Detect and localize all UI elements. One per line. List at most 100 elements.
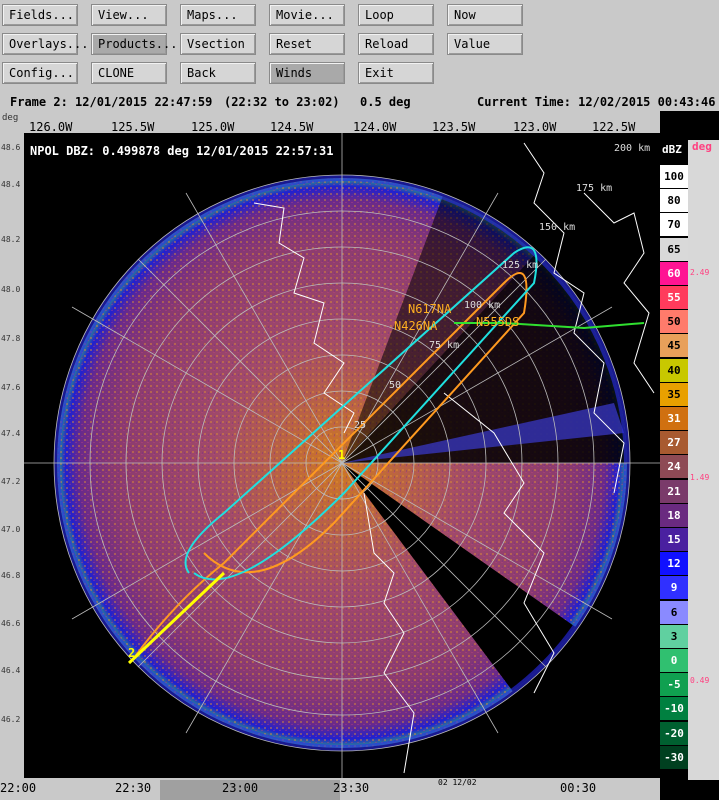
loop-button[interactable]: Loop	[358, 4, 434, 26]
color-scale-entry: 9	[660, 576, 688, 600]
lat-label: 46.4	[1, 666, 21, 675]
lon-label: 123.0W	[513, 120, 557, 134]
ring-label: 200 km	[614, 143, 650, 154]
time-label: 00:30	[560, 781, 597, 795]
products-button[interactable]: Products...	[91, 33, 177, 55]
color-scale-entry: -30	[660, 745, 688, 769]
fields-button[interactable]: Fields...	[2, 4, 78, 26]
elevation-angle: 0.5 deg	[360, 95, 411, 109]
color-scale-entry: 65	[660, 237, 688, 261]
marker-label: 2	[128, 646, 135, 660]
exit-button[interactable]: Exit	[358, 62, 434, 84]
back-button[interactable]: Back	[180, 62, 256, 84]
config-button[interactable]: Config...	[2, 62, 78, 84]
view-button[interactable]: View...	[91, 4, 167, 26]
ring-label: 50	[389, 380, 401, 391]
date-marker: 02 12/02	[438, 778, 477, 787]
radar-ppi-display[interactable]: 25 50 75 km 100 km 125 km 150 km 175 km …	[24, 133, 660, 778]
lat-label: 48.4	[1, 180, 21, 189]
clone-button[interactable]: CLONE	[91, 62, 167, 84]
color-scale-entry: 60	[660, 261, 688, 285]
lon-label: 126.0W	[29, 120, 73, 134]
value-button[interactable]: Value	[447, 33, 523, 55]
frame-time: Frame 2: 12/01/2015 22:47:59	[10, 95, 213, 109]
aircraft-label: N555DS	[476, 315, 519, 329]
color-scale-entry: 27	[660, 431, 688, 455]
lat-label: 48.0	[1, 285, 21, 294]
reload-button[interactable]: Reload	[358, 33, 434, 55]
time-axis[interactable]: 22:00 22:30 23:00 23:30 00:30 02 12/02	[0, 778, 660, 800]
time-label: 23:30	[333, 781, 370, 795]
lat-label: 46.6	[1, 619, 21, 628]
color-scale-entry: 21	[660, 479, 688, 503]
color-scale-entry: 100	[660, 165, 688, 188]
color-scale-entry: 50	[660, 310, 688, 334]
color-scale-entry: 55	[660, 286, 688, 309]
color-scale-entry: 24	[660, 455, 688, 479]
color-scale-entry: -5	[660, 673, 688, 697]
color-scale-entry: 18	[660, 503, 688, 527]
time-label: 22:30	[115, 781, 152, 795]
lat-label: 47.2	[1, 477, 21, 486]
frame-range: (22:32 to 23:02)	[224, 95, 340, 109]
time-label: 23:00	[222, 781, 259, 795]
ring-label: 175 km	[576, 183, 612, 194]
color-scale-entry: 0	[660, 649, 688, 672]
ring-label: 75 km	[429, 340, 459, 351]
ring-label: 150 km	[539, 222, 575, 233]
lon-label: 125.0W	[191, 120, 235, 134]
deg-scale-value: 2.49	[690, 268, 710, 277]
lon-label: 124.0W	[353, 120, 397, 134]
lat-label: 46.8	[1, 571, 21, 580]
deg-scale-value: 0.49	[690, 676, 710, 685]
lat-label: 48.2	[1, 235, 21, 244]
toolbar: Fields... View... Maps... Movie... Loop …	[0, 0, 719, 93]
lon-label: 125.5W	[111, 120, 155, 134]
vsection-button[interactable]: Vsection	[180, 33, 256, 55]
reset-button[interactable]: Reset	[269, 33, 345, 55]
deg-scale: deg 2.49 1.49 0.49	[688, 140, 719, 780]
current-time: Current Time: 12/02/2015 00:43:46	[477, 95, 716, 109]
color-scale-entry: 15	[660, 528, 688, 551]
ring-label: 25	[354, 420, 366, 431]
color-scale-entry: 40	[660, 358, 688, 382]
color-scale-entry: 70	[660, 213, 688, 237]
marker-label: 1	[338, 448, 345, 462]
status-bar: Frame 2: 12/01/2015 22:47:59 (22:32 to 2…	[0, 93, 719, 111]
ring-label: 125 km	[502, 260, 538, 271]
color-scale-entry: 45	[660, 334, 688, 358]
color-scale-entry: 3	[660, 624, 688, 648]
color-scale-entry: 80	[660, 189, 688, 213]
lat-label: 48.6	[1, 143, 21, 152]
time-label: 01:00	[668, 781, 705, 795]
lat-label: 47.0	[1, 525, 21, 534]
color-scale-entry: -10	[660, 697, 688, 721]
deg-scale-title: deg	[692, 140, 712, 153]
color-scale-entry: 35	[660, 382, 688, 406]
maps-button[interactable]: Maps...	[180, 4, 256, 26]
lon-label: 124.5W	[270, 120, 314, 134]
lat-label: 47.6	[1, 383, 21, 392]
deg-corner-label: deg	[2, 113, 19, 123]
color-scale-entry: 31	[660, 407, 688, 430]
ring-label: 100 km	[464, 300, 500, 311]
movie-button[interactable]: Movie...	[269, 4, 345, 26]
lat-label: 46.2	[1, 715, 21, 724]
lat-label: 47.4	[1, 429, 21, 438]
latitude-axis: 48.6 48.4 48.2 48.0 47.8 47.6 47.4 47.2 …	[0, 133, 24, 778]
deg-scale-value: 1.49	[690, 473, 710, 482]
color-scale-entry: 6	[660, 600, 688, 624]
aircraft-label: N426NA	[394, 319, 438, 333]
color-scale-entry: -20	[660, 721, 688, 745]
winds-button[interactable]: Winds	[269, 62, 345, 84]
aircraft-label: N617NA	[408, 302, 452, 316]
lon-label: 122.5W	[592, 120, 636, 134]
time-label: 22:00	[0, 781, 37, 795]
overlays-button[interactable]: Overlays...	[2, 33, 88, 55]
plot-title: NPOL DBZ: 0.499878 deg 12/01/2015 22:57:…	[30, 144, 333, 158]
lon-label: 123.5W	[432, 120, 476, 134]
longitude-axis: deg 126.0W 125.5W 125.0W 124.5W 124.0W 1…	[0, 111, 660, 134]
unit-label: dBZ	[662, 143, 682, 156]
lat-label: 47.8	[1, 334, 21, 343]
now-button[interactable]: Now	[447, 4, 523, 26]
